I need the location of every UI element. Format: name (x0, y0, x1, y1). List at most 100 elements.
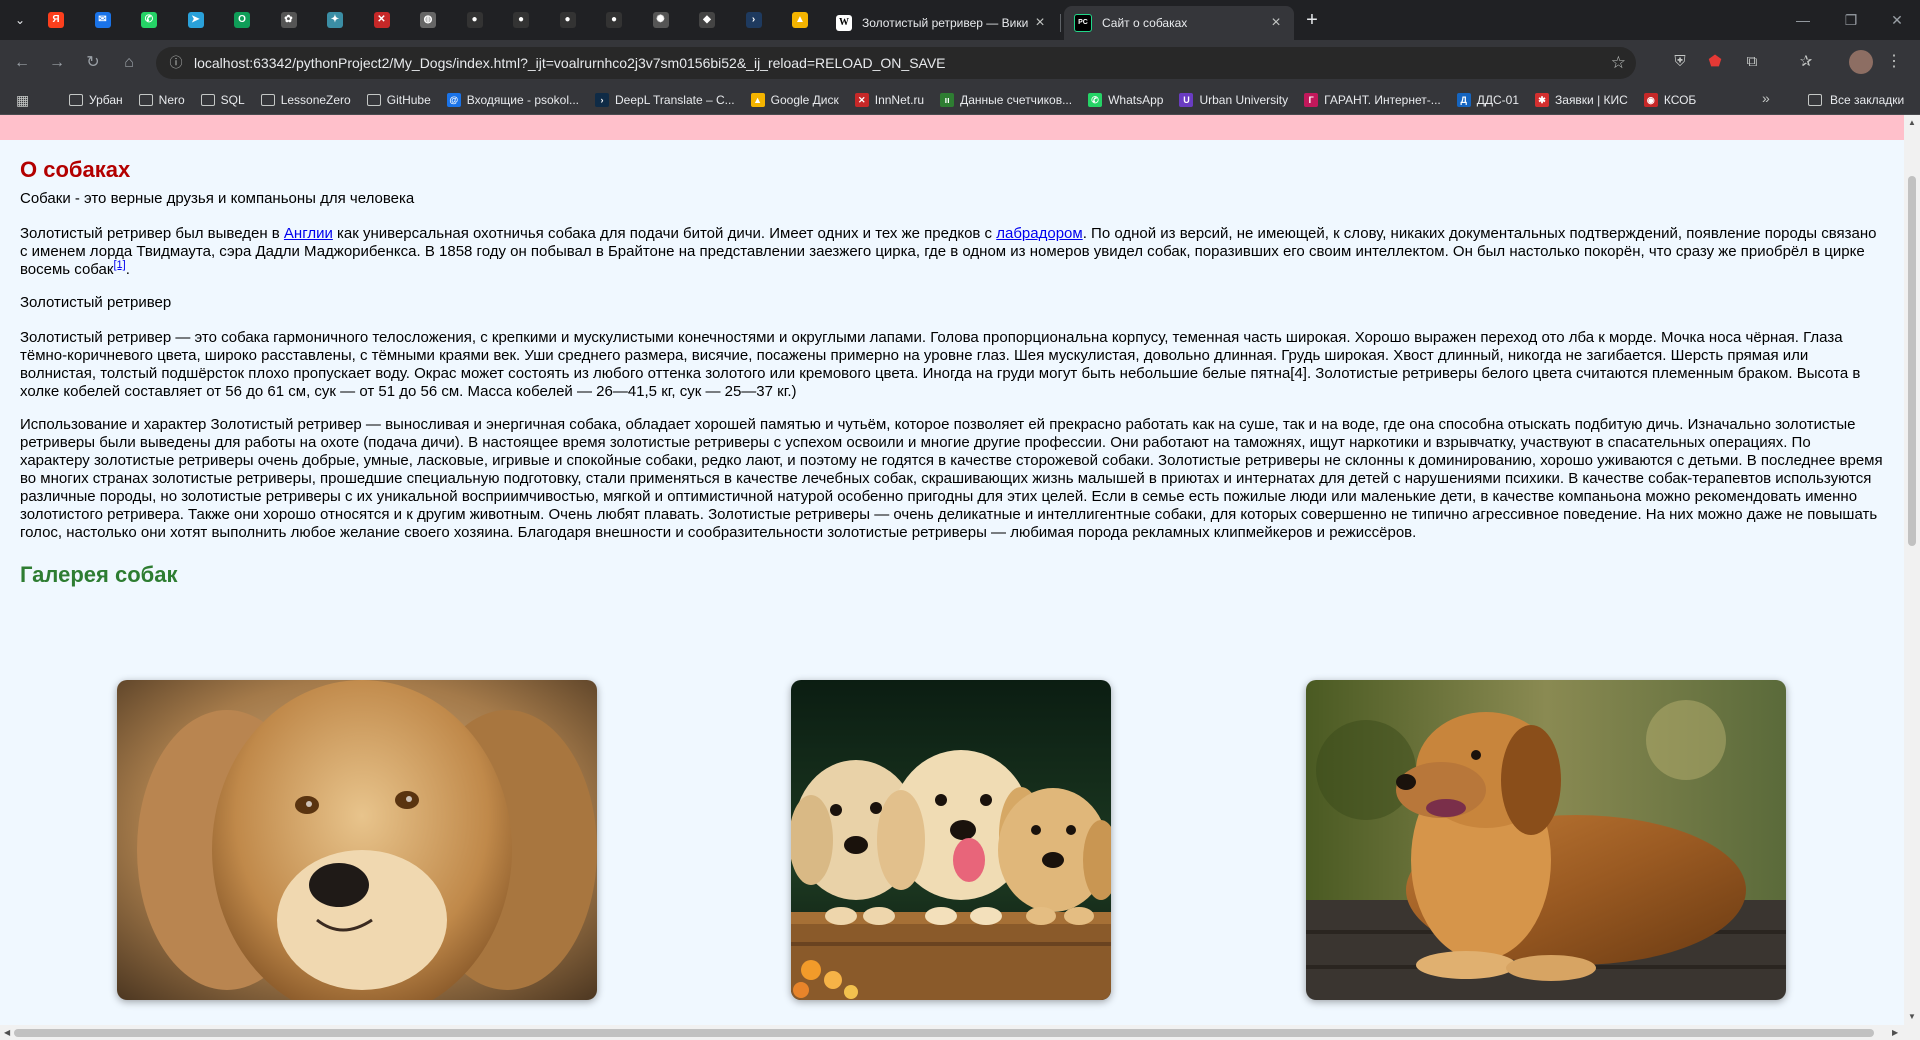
pinned-tab[interactable]: ✕ (370, 8, 394, 32)
pinned-tab[interactable]: ✦ (323, 8, 347, 32)
bookmark-item[interactable]: ◉ КСОБ (1639, 88, 1701, 112)
history-text: . (125, 261, 130, 278)
bookmark-item[interactable]: Урбан (64, 88, 128, 112)
scroll-left-icon[interactable]: ◀ (4, 1028, 10, 1037)
site-favicon-icon: ıı (940, 93, 955, 107)
site-favicon-icon: ▲ (750, 93, 765, 107)
globe-icon: ◍ (420, 12, 436, 28)
tab-title: Сайт о собаках (1102, 16, 1188, 30)
bookmark-label: LessoneZero (280, 93, 351, 107)
whatsapp-icon: ✆ (141, 12, 157, 28)
pinned-tab[interactable]: ● (602, 8, 626, 32)
tab-dogs-site[interactable]: PC Сайт о собаках × (1064, 6, 1294, 40)
bookmark-label: Nero (158, 93, 185, 107)
reload-icon[interactable]: ↻ (80, 50, 106, 76)
new-tab-button[interactable]: + (1300, 8, 1324, 32)
history-text: как универсальная охотничья собака для п… (332, 225, 997, 242)
close-icon[interactable]: × (1032, 14, 1048, 32)
apps-grid-icon[interactable]: ▦ (16, 92, 32, 108)
close-window-icon[interactable]: ✕ (1874, 0, 1920, 40)
horizontal-scroll-thumb[interactable] (14, 1029, 1874, 1037)
bookmark-label: ДДС-01 (1476, 93, 1520, 107)
pinned-tab[interactable]: ◍ (416, 8, 440, 32)
bookmarks-star-icon[interactable]: ✰ (1794, 50, 1818, 74)
home-icon[interactable]: ⌂ (116, 50, 142, 76)
page-viewport: О собаках Собаки - это верные друзья и к… (0, 115, 1904, 1025)
bookmark-item[interactable]: Г ГАРАНТ. Интернет-... (1299, 88, 1446, 112)
bookmark-item[interactable]: ıı Данные счетчиков... (935, 88, 1077, 112)
bookmark-item[interactable]: ▲ Google Диск (746, 88, 844, 112)
bookmark-label: SQL (220, 93, 245, 107)
all-bookmarks[interactable]: Все закладки (1808, 86, 1904, 114)
bookmarks-bar: ▦ Урбан Nero SQL LessoneZero GitHube @ Входящи… (0, 86, 1920, 115)
avatar[interactable] (1849, 50, 1873, 74)
pinned-tab[interactable]: Я (44, 8, 68, 32)
bookmark-item[interactable]: U Urban University (1174, 88, 1293, 112)
pinned-tab[interactable]: ✺ (649, 8, 673, 32)
scroll-right-icon[interactable]: ▶ (1892, 1028, 1898, 1037)
google-drive-icon: ▲ (792, 12, 808, 28)
folder-icon (200, 94, 215, 106)
menu-icon[interactable]: ⋮ (1886, 50, 1902, 74)
extensions-icon[interactable]: ⧉ (1740, 50, 1764, 74)
vertical-scroll-thumb[interactable] (1908, 176, 1916, 546)
bookmark-item[interactable]: › DeepL Translate – С... (590, 88, 740, 112)
bookmark-item[interactable]: ✆ WhatsApp (1083, 88, 1168, 112)
forward-icon[interactable]: → (44, 50, 70, 76)
pinned-tab[interactable]: › (742, 8, 766, 32)
bookmark-label: InnNet.ru (874, 93, 925, 107)
back-icon[interactable]: ← (9, 50, 35, 76)
restore-icon[interactable]: ❐ (1828, 0, 1874, 40)
pinned-tab[interactable]: ● (463, 8, 487, 32)
bookmark-label: ГАРАНТ. Интернет-... (1324, 93, 1441, 107)
pinned-tab[interactable]: ● (556, 8, 580, 32)
chevron-more-icon[interactable]: » (1762, 90, 1770, 106)
app-icon: O (234, 12, 250, 28)
url-text[interactable]: localhost:63342/pythonProject2/My_Dogs/i… (194, 47, 946, 79)
pinned-tab[interactable]: O (230, 8, 254, 32)
reference-link[interactable]: [1] (113, 259, 125, 271)
shield-icon[interactable]: ⛨ (1668, 50, 1692, 74)
site-favicon-icon: ✱ (1535, 93, 1550, 107)
intro-text: Собаки - это верные друзья и компаньоны … (20, 190, 415, 207)
site-favicon-icon: Д (1456, 93, 1471, 107)
ai-icon: ◆ (699, 12, 715, 28)
pinned-tab[interactable]: ◆ (695, 8, 719, 32)
bookmark-item[interactable]: ✕ InnNet.ru (850, 88, 929, 112)
bookmark-star-icon[interactable]: ☆ (1611, 51, 1626, 75)
pinned-tab[interactable]: ● (509, 8, 533, 32)
site-info-icon[interactable]: ⓘ (164, 51, 188, 75)
tab-search-icon[interactable]: ⌄ (8, 9, 32, 31)
github-icon: ● (513, 12, 529, 28)
pinned-tab[interactable]: ✿ (277, 8, 301, 32)
pinned-tab[interactable]: ✆ (137, 8, 161, 32)
minimize-icon[interactable]: — (1780, 0, 1826, 40)
labrador-link[interactable]: лабрадором (996, 225, 1082, 242)
bookmark-item[interactable]: @ Входящие - psokol... (442, 88, 584, 112)
scroll-up-icon[interactable]: ▲ (1908, 118, 1916, 127)
bookmark-label: Данные счетчиков... (960, 93, 1073, 107)
pinned-tab[interactable]: ➤ (184, 8, 208, 32)
bookmark-item[interactable]: SQL (196, 88, 250, 112)
description-paragraph: Золотистый ретривер — это собака гармони… (20, 329, 1861, 400)
close-icon[interactable]: × (1268, 14, 1284, 32)
bookmark-item[interactable]: ✱ Заявки | КИС (1530, 88, 1633, 112)
pinned-tab[interactable]: ✉ (91, 8, 115, 32)
tab-wikipedia[interactable]: W Золотистый ретривер — Вики × (826, 6, 1058, 40)
github-icon: ● (466, 12, 483, 28)
tab-strip: ⌄ Я ✉ ✆ ➤ O ✿ ✦ ✕ ◍ ● ● ● ● ✺ ◆ › ▲ W Золотистый ретриве… (0, 0, 1920, 40)
site-favicon-icon: @ (446, 93, 461, 107)
address-bar[interactable]: ⓘ localhost:63342/pythonProject2/My_Dogs… (156, 47, 1636, 79)
scroll-down-icon[interactable]: ▼ (1908, 1012, 1916, 1021)
bookmark-item[interactable]: GitHube (362, 88, 436, 112)
all-bookmarks-label: Все закладки (1830, 93, 1905, 107)
bookmark-item[interactable]: Д ДДС-01 (1452, 88, 1524, 112)
bookmark-label: Заявки | КИС (1555, 93, 1628, 107)
bookmark-item[interactable]: Nero (134, 88, 190, 112)
wikipedia-icon: W (836, 15, 852, 31)
pinned-tab[interactable]: ▲ (788, 8, 812, 32)
england-link[interactable]: Англии (284, 225, 333, 242)
page-title: О собаках (20, 157, 131, 182)
bookmark-item[interactable]: LessoneZero (256, 88, 356, 112)
pdf-icon[interactable]: ⬟ (1703, 50, 1727, 74)
